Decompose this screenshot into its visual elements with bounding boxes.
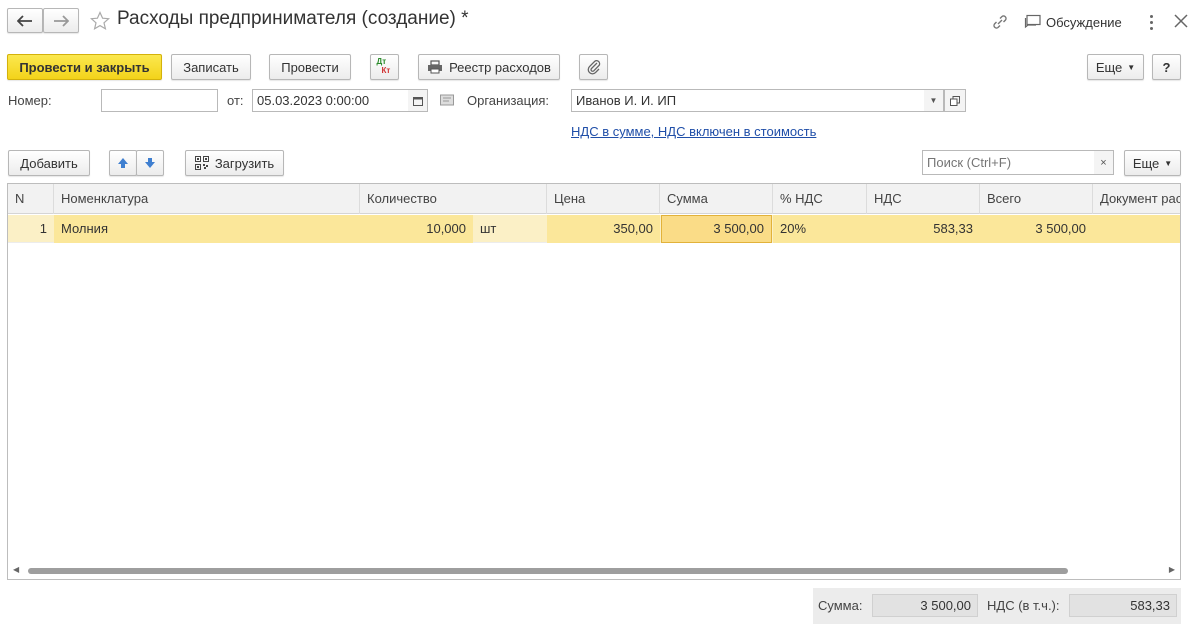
back-button[interactable]	[7, 8, 43, 33]
horizontal-scrollbar[interactable]: ◀ ▶	[8, 564, 1180, 578]
post-button[interactable]: Провести	[269, 54, 351, 80]
table-more-label: Еще	[1132, 155, 1160, 171]
expense-register-button[interactable]: Реестр расходов	[418, 54, 560, 80]
arrow-up-icon	[118, 158, 128, 168]
column-header-qty[interactable]: Количество	[360, 184, 547, 214]
column-header-sum[interactable]: Сумма	[660, 184, 773, 214]
cell-vat-rate[interactable]: 20%	[773, 215, 867, 243]
cell-total[interactable]: 3 500,00	[980, 215, 1093, 243]
chevron-down-icon: ▼	[929, 96, 938, 105]
arrow-right-icon	[54, 14, 69, 27]
column-header-total[interactable]: Всего	[980, 184, 1093, 214]
date-label: от:	[227, 93, 244, 108]
kt-label: Кт	[381, 66, 391, 75]
number-label: Номер:	[8, 93, 52, 108]
arrow-left-icon	[17, 14, 32, 27]
table-row[interactable]: 1 Молния 10,000 шт 350,00 3 500,00 20% 5…	[8, 215, 1180, 243]
table-header: N Номенклатура Количество Цена Сумма % Н…	[8, 184, 1180, 214]
discussion-button[interactable]: Обсуждение	[1024, 12, 1122, 32]
chevron-down-icon: ▼	[1127, 62, 1136, 72]
sum-total-field: 3 500,00	[872, 594, 978, 617]
vat-total-field: 583,33	[1069, 594, 1177, 617]
chevron-down-icon: ▼	[1164, 158, 1173, 168]
open-icon	[950, 95, 960, 106]
search-clear-button[interactable]: ×	[1094, 150, 1114, 175]
column-header-n[interactable]: N	[8, 184, 54, 214]
load-label: Загрузить	[214, 155, 275, 171]
vat-total-label: НДС (в т.ч.):	[987, 598, 1060, 613]
print-icon	[428, 60, 443, 74]
sum-total-label: Сумма:	[818, 598, 863, 613]
column-header-price[interactable]: Цена	[547, 184, 660, 214]
search-input[interactable]	[922, 150, 1095, 175]
save-button[interactable]: Записать	[171, 54, 251, 80]
expenses-table[interactable]: N Номенклатура Количество Цена Сумма % Н…	[7, 183, 1181, 580]
calendar-icon	[412, 96, 423, 106]
more-menu-button[interactable]: Еще ▼	[1087, 54, 1144, 80]
discussion-icon	[1024, 14, 1041, 29]
cell-vat[interactable]: 583,33	[867, 215, 980, 243]
page-title: Расходы предпринимателя (создание) *	[117, 8, 469, 29]
cell-n[interactable]: 1	[8, 215, 54, 243]
organization-label: Организация:	[467, 93, 550, 108]
dt-label: Дт	[376, 57, 387, 66]
clear-icon: ×	[1100, 156, 1107, 169]
cell-doc[interactable]	[1093, 215, 1180, 243]
more-vert-icon[interactable]	[1146, 12, 1156, 32]
number-field[interactable]	[101, 89, 218, 112]
attach-button[interactable]	[579, 54, 608, 80]
org-card-icon	[440, 94, 454, 106]
calendar-button[interactable]	[408, 89, 428, 112]
post-and-close-button[interactable]: Провести и закрыть	[7, 54, 162, 80]
expense-register-label: Реестр расходов	[449, 59, 551, 75]
more-label: Еще	[1095, 59, 1123, 75]
help-button[interactable]: ?	[1152, 54, 1181, 80]
load-button[interactable]: Загрузить	[185, 150, 284, 176]
scroll-left-icon[interactable]: ◀	[13, 565, 19, 574]
cell-item[interactable]: Молния	[54, 215, 360, 243]
discussion-label: Обсуждение	[1046, 14, 1122, 30]
arrow-down-icon	[145, 158, 155, 168]
favorite-star-icon[interactable]	[89, 11, 111, 31]
table-more-button[interactable]: Еще ▼	[1124, 150, 1181, 176]
add-row-button[interactable]: Добавить	[8, 150, 90, 176]
cell-qty[interactable]: 10,000	[360, 215, 473, 243]
organization-dropdown-button[interactable]: ▼	[924, 89, 944, 112]
column-header-item[interactable]: Номенклатура	[54, 184, 360, 214]
column-header-doc[interactable]: Документ рас	[1093, 184, 1180, 214]
date-field[interactable]: 05.03.2023 0:00:00	[252, 89, 409, 112]
close-icon[interactable]	[1172, 12, 1190, 30]
cell-unit[interactable]: шт	[473, 215, 547, 243]
move-down-button[interactable]	[136, 150, 164, 176]
column-header-vat-rate[interactable]: % НДС	[773, 184, 867, 214]
scroll-right-icon[interactable]: ▶	[1169, 565, 1175, 574]
dt-kt-button[interactable]: Дт Кт	[370, 54, 399, 80]
vat-mode-link[interactable]: НДС в сумме, НДС включен в стоимость	[571, 124, 816, 139]
cell-sum[interactable]: 3 500,00	[661, 215, 772, 243]
column-header-vat[interactable]: НДС	[867, 184, 980, 214]
qr-code-icon	[194, 156, 209, 170]
dt-kt-icon: Дт Кт	[375, 57, 395, 77]
organization-field[interactable]: Иванов И. И. ИП	[571, 89, 925, 112]
scrollbar-thumb[interactable]	[28, 568, 1068, 574]
forward-button[interactable]	[43, 8, 79, 33]
link-icon[interactable]	[991, 13, 1009, 31]
move-up-button[interactable]	[109, 150, 137, 176]
cell-price[interactable]: 350,00	[547, 215, 660, 243]
organization-open-button[interactable]	[944, 89, 966, 112]
totals-panel: Сумма: 3 500,00 НДС (в т.ч.): 583,33	[813, 588, 1181, 624]
paperclip-icon	[587, 60, 600, 75]
